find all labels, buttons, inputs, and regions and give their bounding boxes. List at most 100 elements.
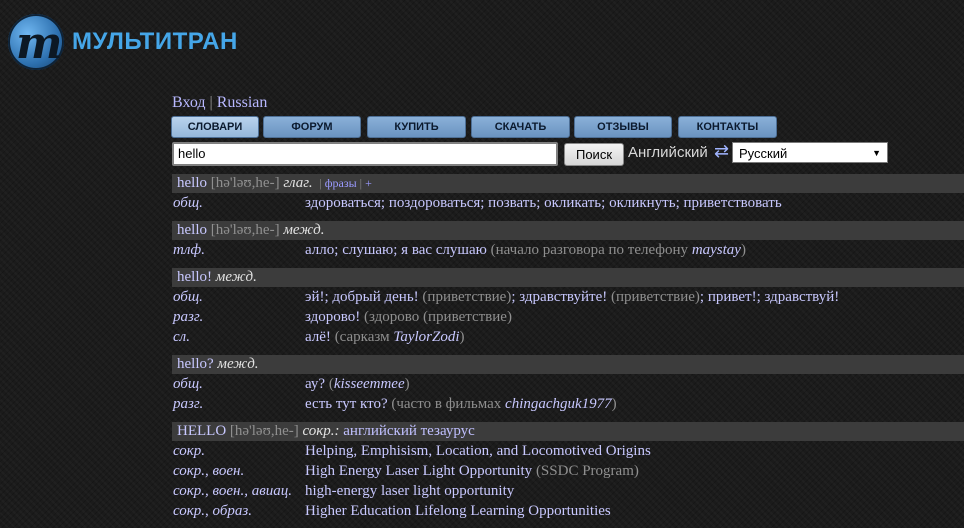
translation-list: есть тут кто? (часто в фильмах chingachg… bbox=[305, 394, 617, 414]
translation-link[interactable]: здравствуй! bbox=[765, 289, 840, 305]
translation-link[interactable]: здравствуйте! bbox=[519, 289, 607, 305]
logo-text: МУЛЬТИТРАН bbox=[72, 28, 238, 55]
comment-text: ) bbox=[459, 329, 465, 345]
entry-pos: межд. bbox=[215, 269, 257, 285]
phrases-link[interactable]: фразы bbox=[325, 176, 357, 190]
comment-text: (здорово (приветствие) bbox=[364, 309, 512, 325]
subject-label[interactable]: разг. bbox=[173, 394, 203, 414]
add-entry-link[interactable]: + bbox=[365, 176, 372, 190]
subject-label[interactable]: общ. bbox=[173, 193, 203, 213]
comment-text: (сарказм bbox=[334, 329, 394, 345]
subject-label[interactable]: сокр., воен. bbox=[173, 461, 244, 481]
entry-header: HELLO [hə'ləʊ,he-] сокр.: английский тез… bbox=[172, 422, 964, 441]
nav-forum[interactable]: ФОРУМ bbox=[263, 116, 361, 138]
nav-reviews[interactable]: ОТЗЫВЫ bbox=[574, 116, 672, 138]
language-link[interactable]: Russian bbox=[217, 94, 268, 111]
translation-link[interactable]: ау? bbox=[305, 376, 325, 392]
top-links: Вход | Russian bbox=[172, 94, 267, 112]
subject-label[interactable]: разг. bbox=[173, 307, 203, 327]
source-language: Английский bbox=[628, 144, 708, 161]
subject-label[interactable]: сокр., воен., авиац. bbox=[173, 481, 292, 501]
entry-pos: межд. bbox=[217, 356, 259, 372]
translation-row: сокр., воен., авиац. high-energy laser li… bbox=[172, 481, 964, 501]
translation-link[interactable]: High Energy Laser Light Opportunity bbox=[305, 463, 532, 479]
translation-list: high-energy laser light opportunity bbox=[305, 481, 514, 501]
search-button[interactable]: Поиск bbox=[564, 143, 624, 166]
entry-term[interactable]: hello? bbox=[177, 356, 214, 372]
search-input[interactable]: hello bbox=[172, 142, 558, 166]
comment-text: (часто в фильмах bbox=[391, 396, 506, 412]
nav-dictionaries[interactable]: СЛОВАРИ bbox=[171, 116, 259, 138]
punctuation: ; bbox=[536, 195, 545, 211]
entry-header: hello [hə'ləʊ,he-] межд. bbox=[172, 221, 964, 240]
entry-pos: межд. bbox=[283, 222, 325, 238]
logo-letter: m bbox=[16, 18, 63, 69]
comment-text: (SSDC Program) bbox=[535, 463, 639, 479]
subject-label[interactable]: сокр., образ. bbox=[173, 501, 252, 521]
translation-row: сл. алё! (сарказм TaylorZodi) bbox=[172, 327, 964, 347]
header-separator: | bbox=[319, 176, 322, 190]
translation-link[interactable]: алё! bbox=[305, 329, 331, 345]
header-separator: | bbox=[359, 176, 363, 190]
nav-contacts[interactable]: КОНТАКТЫ bbox=[678, 116, 777, 138]
translation-link[interactable]: приветствовать bbox=[684, 195, 782, 211]
translation-link[interactable]: окликнуть bbox=[609, 195, 676, 211]
comment-text: ) bbox=[611, 396, 617, 412]
entry-header: hello! межд. bbox=[172, 268, 964, 287]
punctuation: ; bbox=[480, 195, 489, 211]
login-link[interactable]: Вход bbox=[172, 94, 206, 111]
user-link[interactable]: maystay bbox=[692, 242, 741, 258]
translation-row: сокр., воен. High Energy Laser Light Oppo… bbox=[172, 461, 964, 481]
translation-link[interactable]: привет! bbox=[708, 289, 757, 305]
translation-link[interactable]: есть тут кто? bbox=[305, 396, 388, 412]
subject-label[interactable]: сокр. bbox=[173, 441, 205, 461]
punctuation: ; bbox=[393, 242, 402, 258]
subject-label[interactable]: общ. bbox=[173, 287, 203, 307]
user-link[interactable]: chingachguk1977 bbox=[505, 396, 612, 412]
entry-transcription: [hə'ləʊ,he-] bbox=[229, 423, 299, 439]
translation-list: алё! (сарказм TaylorZodi) bbox=[305, 327, 465, 347]
translation-list: алло; слушаю; я вас слушаю (начало разго… bbox=[305, 240, 746, 260]
comment-text: ) bbox=[740, 242, 746, 258]
entry-transcription: [hə'ləʊ,he-] bbox=[210, 222, 280, 238]
punctuation: ; bbox=[601, 195, 610, 211]
entry-term[interactable]: hello bbox=[177, 222, 207, 238]
translation-link[interactable]: окликать bbox=[544, 195, 601, 211]
subject-label[interactable]: общ. bbox=[173, 374, 203, 394]
translation-link[interactable]: Higher Education Lifelong Learning Oppor… bbox=[305, 503, 611, 519]
translation-link[interactable]: здорово! bbox=[305, 309, 360, 325]
entry-term[interactable]: HELLO bbox=[177, 423, 226, 439]
user-link[interactable]: kisseemmee bbox=[334, 376, 405, 392]
translation-link[interactable]: алло bbox=[305, 242, 334, 258]
translation-link[interactable]: high-energy laser light opportunity bbox=[305, 483, 514, 499]
punctuation: ; bbox=[334, 242, 343, 258]
translation-link[interactable]: Helping, Emphisism, Location, and Locomo… bbox=[305, 443, 651, 459]
entry-pos: сокр.: bbox=[302, 423, 340, 439]
swap-languages-icon[interactable]: ⇄ bbox=[714, 141, 729, 162]
user-link[interactable]: TaylorZodi bbox=[393, 329, 459, 345]
thesaurus-link[interactable]: английский тезаурус bbox=[343, 423, 475, 439]
subject-label[interactable]: тлф. bbox=[173, 240, 205, 260]
translation-link[interactable]: позвать bbox=[488, 195, 536, 211]
translation-row: разг. здорово! (здорово (приветствие) bbox=[172, 307, 964, 327]
entry-transcription: [hə'ləʊ,he-] bbox=[210, 175, 280, 191]
comment-text: ) bbox=[404, 376, 410, 392]
nav-buy[interactable]: КУПИТЬ bbox=[367, 116, 466, 138]
multitran-logo[interactable]: m МУЛЬТИТРАН bbox=[8, 14, 268, 70]
translation-link[interactable]: эй! bbox=[305, 289, 324, 305]
entry-term[interactable]: hello! bbox=[177, 269, 212, 285]
comment-text: (приветствие) bbox=[422, 289, 512, 305]
punctuation: ; bbox=[380, 195, 389, 211]
punctuation: ; bbox=[699, 289, 708, 305]
entry-term[interactable]: hello bbox=[177, 175, 207, 191]
translation-link[interactable]: поздороваться bbox=[389, 195, 480, 211]
translation-list: эй!; добрый день! (приветствие); здравст… bbox=[305, 287, 839, 307]
subject-label[interactable]: сл. bbox=[173, 327, 190, 347]
translation-link[interactable]: слушаю bbox=[342, 242, 393, 258]
translation-link[interactable]: добрый день! bbox=[332, 289, 418, 305]
target-language-select[interactable]: Русский ▼ bbox=[732, 142, 888, 163]
nav-download[interactable]: СКАЧАТЬ bbox=[471, 116, 570, 138]
entry-pos: глаг. bbox=[283, 175, 313, 191]
translation-link[interactable]: я вас слушаю bbox=[401, 242, 487, 258]
translation-link[interactable]: здороваться bbox=[305, 195, 381, 211]
